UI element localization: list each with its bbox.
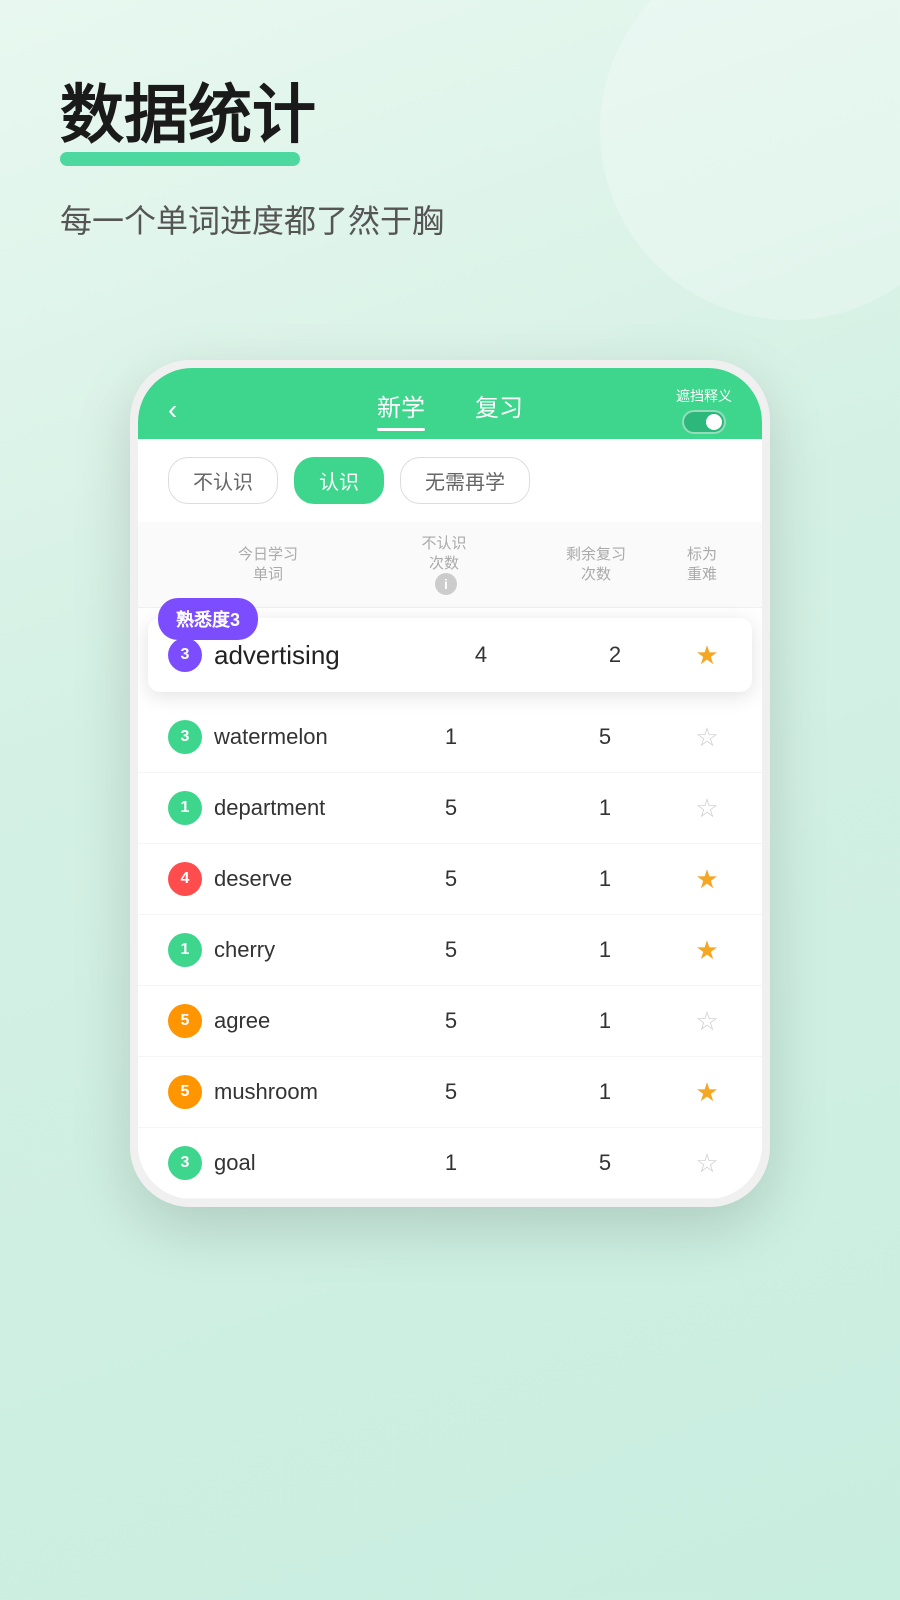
word-count-4: 5 xyxy=(374,1008,528,1034)
phone-container: ‹ 新学 复习 遮挡释义 不认识 认识 无需再学 xyxy=(130,360,770,1207)
word-text-0: watermelon xyxy=(214,724,374,750)
table-header: 今日学习 单词 不认识 次数 i 剩余复习 次数 xyxy=(138,522,762,608)
col-header-review: 剩余复习 次数 xyxy=(520,545,672,584)
col-header-word: 今日学习 单词 xyxy=(168,545,368,584)
highlighted-row-wrapper: 熟悉度3 3 advertising 4 2 ★ xyxy=(138,618,762,692)
word-text-5: mushroom xyxy=(214,1079,374,1105)
filter-btn-unknown[interactable]: 不认识 xyxy=(168,457,278,504)
word-count-2: 5 xyxy=(374,866,528,892)
word-review-1: 1 xyxy=(528,795,682,821)
word-star-6[interactable]: ☆ xyxy=(682,1148,732,1179)
word-text-1: department xyxy=(214,795,374,821)
page-title: 数据统计 xyxy=(60,80,840,150)
word-badge-2: 4 xyxy=(168,862,202,896)
word-star-1[interactable]: ☆ xyxy=(682,793,732,824)
title-underline xyxy=(60,152,300,166)
table-row: 3 goal 1 5 ☆ xyxy=(138,1128,762,1199)
table-row: 4 deserve 5 1 ★ xyxy=(138,844,762,915)
info-icon[interactable]: i xyxy=(435,573,457,595)
word-badge-4: 5 xyxy=(168,1004,202,1038)
tooltip-bubble: 熟悉度3 xyxy=(158,598,258,640)
word-badge-0: 3 xyxy=(168,720,202,754)
tab-new[interactable]: 新学 xyxy=(377,388,425,431)
back-button[interactable]: ‹ xyxy=(168,394,177,426)
toggle-area: 遮挡释义 xyxy=(676,386,732,434)
word-count-6: 1 xyxy=(374,1150,528,1176)
word-badge-6: 3 xyxy=(168,1146,202,1180)
table-row: 5 mushroom 5 1 ★ xyxy=(138,1057,762,1128)
word-review-3: 1 xyxy=(528,937,682,963)
word-text-6: goal xyxy=(214,1150,374,1176)
word-star-5[interactable]: ★ xyxy=(682,1077,732,1108)
toggle-knob xyxy=(706,414,722,430)
word-count-0: 1 xyxy=(374,724,528,750)
col-header-count: 不认识 次数 i xyxy=(368,534,520,595)
highlighted-review: 2 xyxy=(548,642,682,668)
word-review-5: 1 xyxy=(528,1079,682,1105)
word-count-3: 5 xyxy=(374,937,528,963)
word-list: 3 watermelon 1 5 ☆ 1 department 5 1 ☆ 4 xyxy=(138,702,762,1199)
word-text-3: cherry xyxy=(214,937,374,963)
word-badge-5: 5 xyxy=(168,1075,202,1109)
word-text-4: agree xyxy=(214,1008,374,1034)
col-header-mark: 标为重难 xyxy=(672,545,732,584)
word-review-0: 5 xyxy=(528,724,682,750)
highlighted-star[interactable]: ★ xyxy=(682,640,732,671)
filter-btn-known[interactable]: 认识 xyxy=(294,457,384,504)
word-review-2: 1 xyxy=(528,866,682,892)
phone-inner: ‹ 新学 复习 遮挡释义 不认识 认识 无需再学 xyxy=(138,368,762,1199)
table-row: 1 department 5 1 ☆ xyxy=(138,773,762,844)
word-count-1: 5 xyxy=(374,795,528,821)
phone-nav: ‹ 新学 复习 遮挡释义 xyxy=(168,388,732,439)
word-review-4: 1 xyxy=(528,1008,682,1034)
word-star-3[interactable]: ★ xyxy=(682,935,732,966)
word-star-0[interactable]: ☆ xyxy=(682,722,732,753)
word-star-4[interactable]: ☆ xyxy=(682,1006,732,1037)
tab-review[interactable]: 复习 xyxy=(475,388,523,431)
table-row: 3 watermelon 1 5 ☆ xyxy=(138,702,762,773)
filter-row: 不认识 认识 无需再学 xyxy=(138,439,762,522)
toggle-label: 遮挡释义 xyxy=(676,386,732,406)
page-subtitle: 每一个单词进度都了然于胸 xyxy=(60,196,840,242)
table-row: 5 agree 5 1 ☆ xyxy=(138,986,762,1057)
word-review-6: 5 xyxy=(528,1150,682,1176)
phone-header: ‹ 新学 复习 遮挡释义 xyxy=(138,368,762,439)
word-star-2[interactable]: ★ xyxy=(682,864,732,895)
filter-btn-nomore[interactable]: 无需再学 xyxy=(400,457,530,504)
word-count-5: 5 xyxy=(374,1079,528,1105)
highlighted-word-text: advertising xyxy=(214,640,414,671)
page-header: 数据统计 每一个单词进度都了然于胸 xyxy=(0,0,900,282)
word-badge-1: 1 xyxy=(168,791,202,825)
word-badge-3: 1 xyxy=(168,933,202,967)
highlighted-count: 4 xyxy=(414,642,548,668)
nav-tabs: 新学 复习 xyxy=(377,388,523,431)
table-row: 1 cherry 5 1 ★ xyxy=(138,915,762,986)
toggle-switch[interactable] xyxy=(682,410,726,434)
phone-mockup: ‹ 新学 复习 遮挡释义 不认识 认识 无需再学 xyxy=(130,360,770,1207)
word-text-2: deserve xyxy=(214,866,374,892)
